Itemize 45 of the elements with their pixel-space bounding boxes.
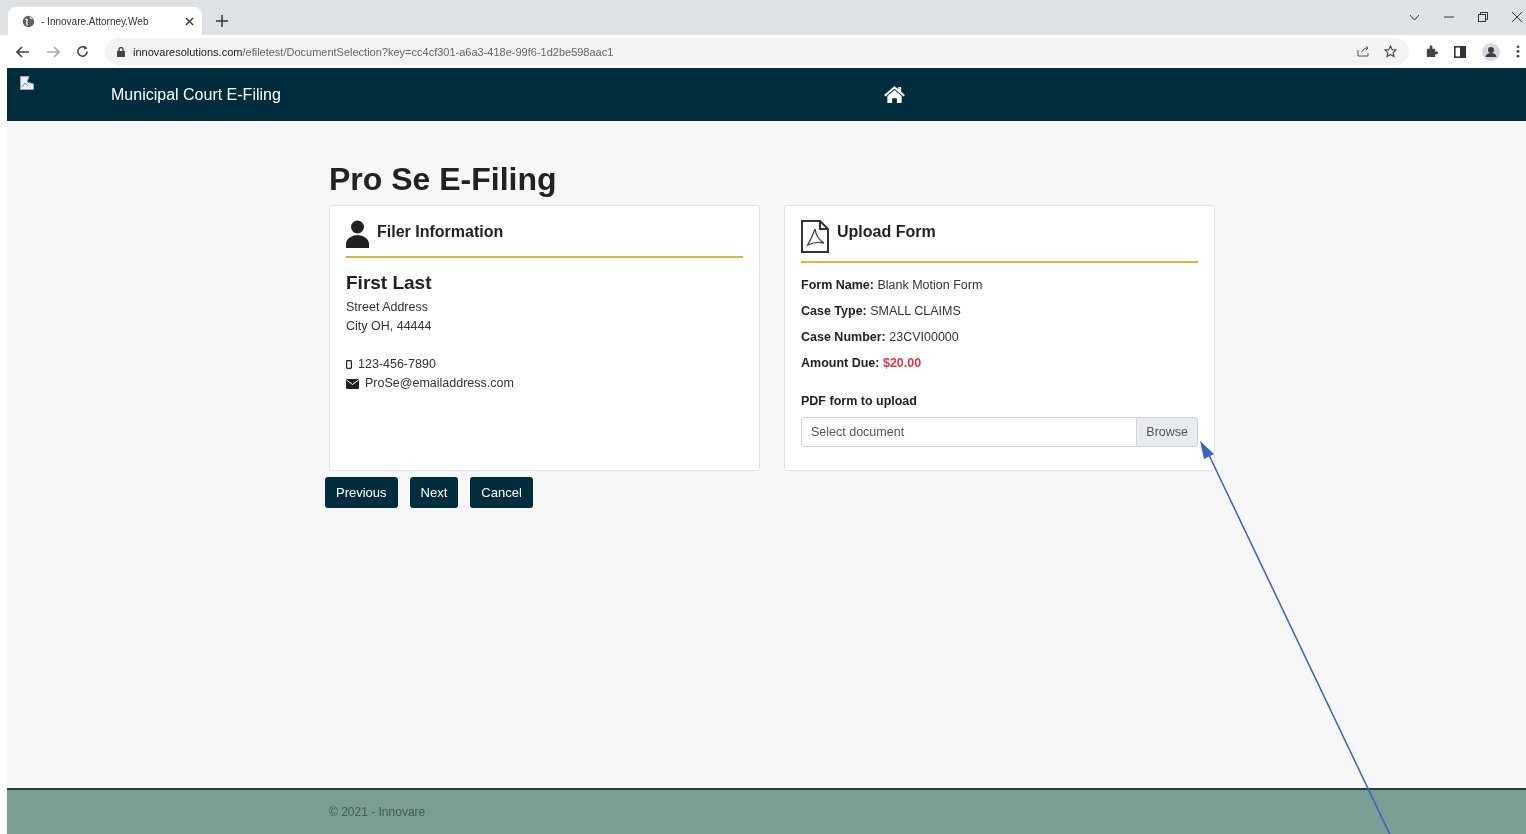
close-icon[interactable] bbox=[1512, 12, 1522, 22]
envelope-icon bbox=[346, 378, 359, 389]
star-icon[interactable] bbox=[1384, 45, 1397, 58]
browser-tab[interactable]: - Innovare.Attorney.Web bbox=[8, 7, 202, 35]
address-line: City OH, 44444 bbox=[346, 318, 433, 335]
close-icon[interactable] bbox=[185, 16, 194, 26]
lock-icon bbox=[117, 46, 125, 57]
puzzle-icon[interactable] bbox=[1425, 45, 1438, 58]
globe-icon bbox=[22, 14, 35, 28]
detail-line: Case Type: SMALL CLAIMS bbox=[801, 303, 962, 320]
nav-button[interactable]: Next bbox=[409, 477, 459, 508]
email-address: ProSe@emailaddress.com bbox=[365, 375, 514, 392]
more-icon[interactable] bbox=[1516, 45, 1520, 58]
file-input-field[interactable]: Select document bbox=[801, 417, 1138, 447]
address-line: Street Address bbox=[346, 299, 429, 316]
detail-line: Form Name: Blank Motion Form bbox=[801, 277, 984, 294]
card-title: Upload Form bbox=[837, 223, 936, 241]
person-icon bbox=[346, 220, 369, 248]
share-icon[interactable] bbox=[1357, 45, 1370, 57]
detail-line: Amount Due: $20.00 bbox=[801, 355, 923, 372]
home-icon[interactable] bbox=[882, 85, 906, 104]
page-title: Pro Se E-Filing bbox=[329, 161, 558, 197]
site-title[interactable]: Municipal Court E-Filing bbox=[111, 85, 281, 104]
phone-number: 123-456-7890 bbox=[358, 356, 436, 373]
tab-title: - Innovare.Attorney.Web bbox=[41, 15, 150, 27]
reload-icon[interactable] bbox=[76, 45, 89, 58]
back-icon[interactable] bbox=[16, 45, 30, 58]
restore-icon[interactable] bbox=[1478, 12, 1488, 22]
detail-line: Case Number: 23CVI00000 bbox=[801, 329, 960, 346]
profile-icon[interactable] bbox=[1482, 42, 1500, 61]
address-bar[interactable]: innovaresolutions.com/efiletest/DocumentSelection?key=cc4cf301-a6a3-418e-99f6-1d2be598aac1 bbox=[105, 38, 1409, 65]
url-text: innovaresolutions.com/efiletest/DocumentSelection?key=cc4cf301-a6a3-418e-99f6-1d2be598aac1 bbox=[133, 45, 614, 58]
side-panel-icon[interactable] bbox=[1454, 45, 1466, 58]
card-title: Filer Information bbox=[377, 223, 504, 241]
filer-name: First Last bbox=[346, 272, 433, 294]
chevron-down-icon[interactable] bbox=[1409, 13, 1420, 21]
nav-button[interactable]: Previous bbox=[325, 477, 398, 508]
nav-button[interactable]: Cancel bbox=[470, 477, 533, 508]
new-tab-icon[interactable] bbox=[216, 15, 228, 27]
field-label: PDF form to upload bbox=[801, 394, 918, 408]
browse-button[interactable]: Browse bbox=[1137, 417, 1198, 447]
copyright-text: © 2021 - Innovare bbox=[329, 805, 426, 819]
phone-icon bbox=[346, 360, 352, 369]
pdf-file-icon bbox=[801, 220, 829, 253]
broken-image-icon bbox=[20, 76, 34, 90]
